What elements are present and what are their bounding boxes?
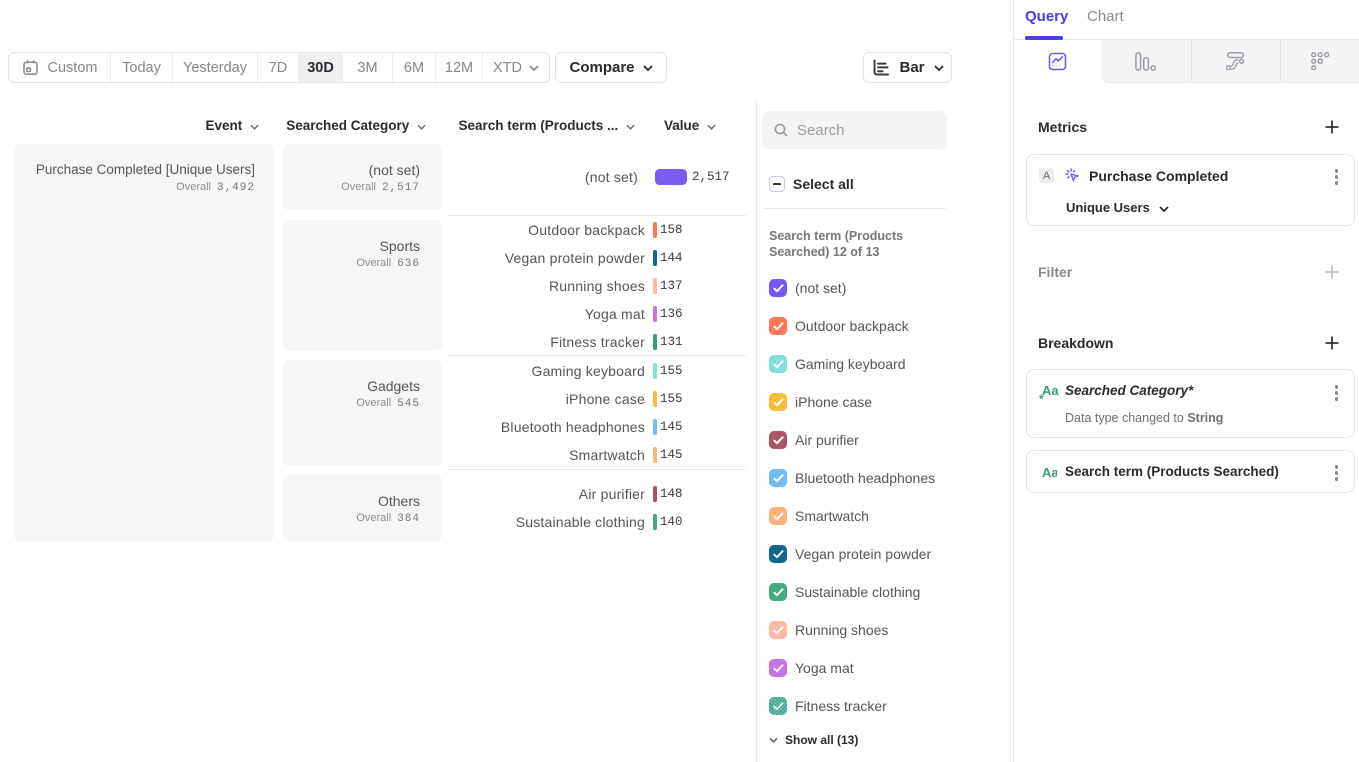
svg-text:*: * xyxy=(1039,392,1044,406)
svg-text:Aa: Aa xyxy=(1042,383,1059,398)
svg-text:Aa: Aa xyxy=(1042,465,1057,480)
